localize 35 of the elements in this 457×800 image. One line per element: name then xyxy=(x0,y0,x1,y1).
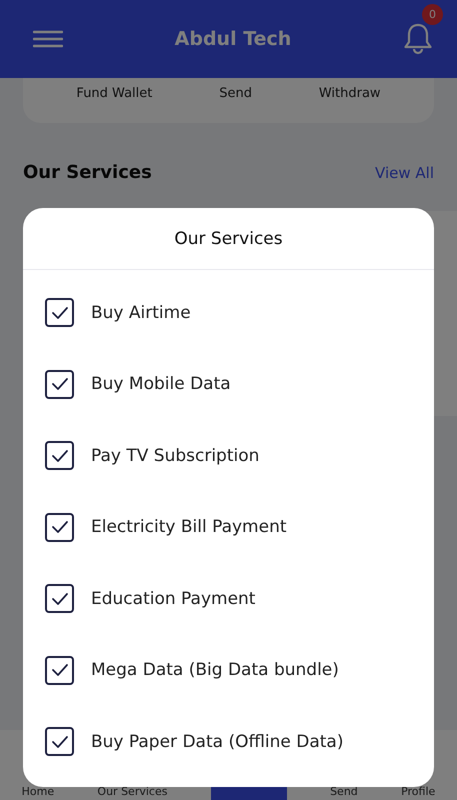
wallet-action-button[interactable]: Fund Wallet xyxy=(76,86,152,101)
checkbox[interactable] xyxy=(45,727,74,756)
service-label[interactable]: Education Payment xyxy=(91,588,256,609)
check-icon xyxy=(50,520,68,534)
checkbox[interactable] xyxy=(45,298,74,328)
app-title: Abdul Tech xyxy=(174,28,292,50)
check-icon xyxy=(50,448,68,463)
view-all-link[interactable]: View All xyxy=(375,164,434,182)
check-icon xyxy=(50,734,68,749)
checkbox[interactable] xyxy=(45,584,74,614)
service-label[interactable]: Buy Mobile Data xyxy=(91,374,231,394)
service-label[interactable]: Electricity Bill Payment xyxy=(91,517,287,538)
nav-tab[interactable]: Send xyxy=(330,785,358,798)
check-icon xyxy=(50,306,68,320)
service-label[interactable]: Pay TV Subscription xyxy=(91,446,260,466)
checkbox[interactable] xyxy=(45,512,74,542)
check-icon xyxy=(50,663,68,678)
nav-tab[interactable]: Our Services xyxy=(97,785,168,798)
section-title: Our Services xyxy=(23,162,152,183)
check-icon xyxy=(50,592,68,606)
nav-tab[interactable]: Home xyxy=(22,785,54,798)
wallet-action-button[interactable]: Withdraw xyxy=(318,86,381,101)
service-label[interactable]: Buy Paper Data (Offline Data) xyxy=(91,732,344,752)
nav-tab[interactable]: Profile xyxy=(401,785,436,798)
notification-count-badge: 0 xyxy=(422,4,443,25)
service-label[interactable]: Buy Airtime xyxy=(91,302,191,323)
checkbox[interactable] xyxy=(45,441,74,470)
notification-bell-icon[interactable] xyxy=(402,22,433,56)
service-label[interactable]: Mega Data (Big Data bundle) xyxy=(91,660,339,680)
checkbox[interactable] xyxy=(45,656,74,685)
wallet-action-button[interactable]: Send xyxy=(219,86,252,101)
checkbox[interactable] xyxy=(45,370,74,399)
check-icon xyxy=(50,377,68,392)
dialog-title: Our Services xyxy=(23,208,434,270)
menu-icon[interactable] xyxy=(33,30,63,48)
